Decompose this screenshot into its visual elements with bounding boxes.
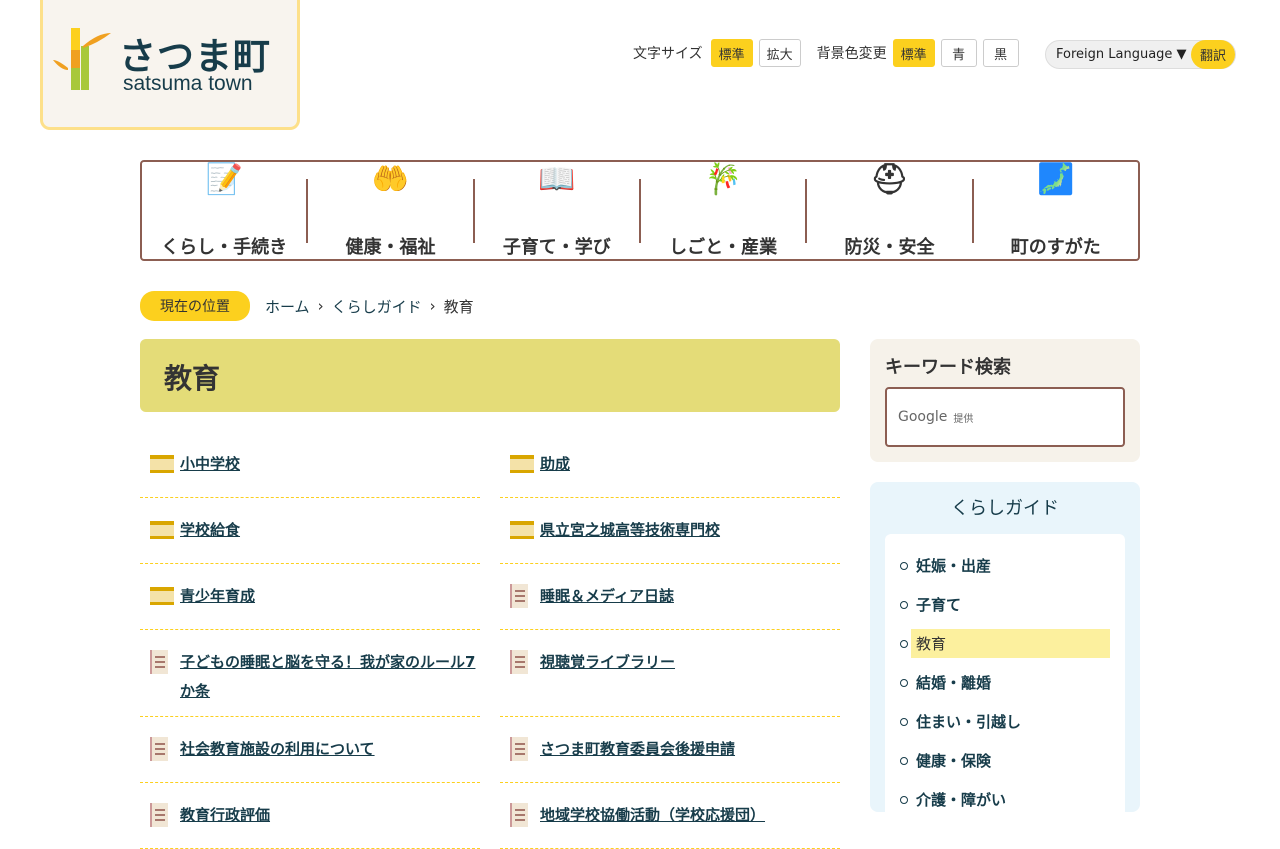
nav-label: 健康・福祉 [345,236,436,258]
list-item: 社会教育施設の利用について [140,717,480,783]
breadcrumb: 現在の位置 ホーム › くらしガイド › 教育 [140,291,474,321]
guide-item[interactable]: 健康・保険 [900,741,1110,780]
font-large-button[interactable]: 拡大 [758,39,801,67]
breadcrumb-current: 教育 [443,297,474,316]
nav-label: 町のすがた [1010,236,1101,258]
guide-item-label[interactable]: 妊娠・出産 [916,555,991,576]
language-select[interactable]: Foreign Language ▼ 翻訳 [1045,40,1236,69]
list-item: 子どもの睡眠と脳を守る！我が家のルール7か条 [140,630,480,717]
list-item: 学校給食 [140,498,480,564]
folder-icon [150,521,174,539]
list-item: 地域学校協働活動（学校応援団） [500,783,840,849]
bg-standard-button[interactable]: 標準 [892,39,935,67]
heart-hands-icon: 🤲 [371,162,410,197]
chevron-right-icon: › [317,297,324,315]
list-item: 助成 [500,432,840,498]
town-map-icon: 🗾 [1037,162,1075,197]
bg-blue-button[interactable]: 青 [940,39,977,67]
document-icon [150,803,168,827]
nav-item-safety[interactable]: ⛑ 防災・安全 [807,162,974,258]
list-link[interactable]: 県立宮之城高等技術専門校 [540,516,720,545]
list-link[interactable]: 睡眠＆メディア日誌 [540,582,674,611]
global-nav: 📝 くらし・手続き 🤲 健康・福祉 📖 子育て・学び 🎋 しごと・産業 ⛑ 防災・安全 🗾… [140,160,1140,261]
list-item: 小中学校 [140,432,480,498]
guide-item[interactable]: 妊娠・出産 [900,546,1110,585]
guide-item-label: 教育 [911,629,1110,658]
guide-item[interactable]: 教育 [900,624,1110,663]
list-item: 県立宮之城高等技術専門校 [500,498,840,564]
child-book-icon: 📖 [538,162,576,197]
folder-icon [150,587,174,605]
list-link[interactable]: 青少年育成 [180,582,255,611]
font-size-switcher: 文字サイズ 標準 拡大 背景色変更 標準 青 黒 [633,39,1019,67]
list-link[interactable]: 社会教育施設の利用について [180,735,375,764]
list-link[interactable]: さつま町教育委員会後援申請 [540,735,735,764]
list-link[interactable]: 学校給食 [180,516,240,545]
guide-item-label[interactable]: 住まい・引越し [916,711,1021,732]
breadcrumb-guide[interactable]: くらしガイド [332,296,422,317]
font-size-label: 文字サイズ [633,46,703,62]
translate-button[interactable]: 翻訳 [1191,40,1235,69]
living-guide-panel: くらしガイド 妊娠・出産 子育て 教育 結婚・離婚 住まい・引越し 健康・保険 介護・障がい [870,482,1140,831]
helmet-icon: ⛑ [870,162,909,197]
nav-item-living[interactable]: 📝 くらし・手続き [142,162,309,258]
nav-item-education[interactable]: 📖 子育て・学び [475,162,641,258]
nav-label: くらし・手続き [161,236,288,258]
right-link-list: 助成県立宮之城高等技術専門校 睡眠＆メディア日誌視聴覚ライブラリーさつま町教育委員… [500,432,840,849]
bg-color-label: 背景色変更 [816,46,887,62]
site-logo[interactable]: さつま町 satsuma town [40,0,300,130]
list-link[interactable]: 視聴覚ライブラリー [540,648,675,698]
document-icon [510,737,528,761]
nav-item-town[interactable]: 🗾 町のすがた [974,162,1138,258]
list-item: 教育行政評価 [140,783,480,849]
search-input[interactable]: Google 提供 [885,387,1125,447]
search-title: キーワード検索 [885,357,1011,378]
list-item: さつま町教育委員会後援申請 [500,717,840,783]
document-icon [510,584,528,608]
list-item: 青少年育成 [140,564,480,630]
bamboo-logo-icon [53,28,111,90]
guide-item-label[interactable]: 健康・保険 [916,750,991,771]
guide-title-link[interactable]: くらしガイド [951,498,1059,519]
bamboo-shoot-icon: 🎋 [704,162,742,197]
list-item: 睡眠＆メディア日誌 [500,564,840,630]
folder-icon [510,521,534,539]
logo-text-en: satsuma town [123,72,253,95]
nav-label: しごと・産業 [669,236,778,258]
guide-item-label[interactable]: 子育て [916,594,961,615]
list-link[interactable]: 小中学校 [180,450,240,479]
nav-item-health[interactable]: 🤲 健康・福祉 [308,162,475,258]
breadcrumb-here-badge: 現在の位置 [140,291,250,321]
guide-item[interactable]: 住まい・引越し [900,702,1110,741]
bg-black-button[interactable]: 黒 [982,39,1019,67]
list-link[interactable]: 助成 [540,450,570,479]
keyword-search-panel: キーワード検索 Google 提供 [870,339,1140,462]
guide-list: 妊娠・出産 子育て 教育 結婚・離婚 住まい・引越し 健康・保険 介護・障がい [885,534,1125,831]
nav-label: 防災・安全 [844,236,935,258]
guide-item[interactable]: 子育て [900,585,1110,624]
page-title: 教育 [140,339,840,412]
list-link[interactable]: 子どもの睡眠と脳を守る！我が家のルール7か条 [180,648,480,700]
provided-label: 提供 [953,413,974,425]
language-select-label: Foreign Language ▼ [1056,47,1187,62]
folder-icon [150,455,174,473]
nav-item-work[interactable]: 🎋 しごと・産業 [641,162,808,258]
document-icon [510,650,528,674]
form-pen-icon: 📝 [205,162,243,197]
chevron-right-icon: › [429,297,436,315]
list-link[interactable]: 地域学校協働活動（学校応援団） [540,801,765,830]
guide-item-label[interactable]: 結婚・離婚 [916,672,991,693]
document-icon [150,650,168,674]
nav-label: 子育て・学び [502,236,611,258]
font-standard-button[interactable]: 標準 [710,39,753,67]
guide-item[interactable]: 結婚・離婚 [900,663,1110,702]
folder-icon [510,455,534,473]
list-item: 視聴覚ライブラリー [500,630,840,717]
breadcrumb-home[interactable]: ホーム [265,296,310,317]
google-label: Google [898,409,948,425]
list-link[interactable]: 教育行政評価 [180,801,270,830]
left-link-list: 小中学校学校給食青少年育成子どもの睡眠と脳を守る！我が家のルール7か条社会教育施… [140,432,480,849]
document-icon [510,803,528,827]
document-icon [150,737,168,761]
